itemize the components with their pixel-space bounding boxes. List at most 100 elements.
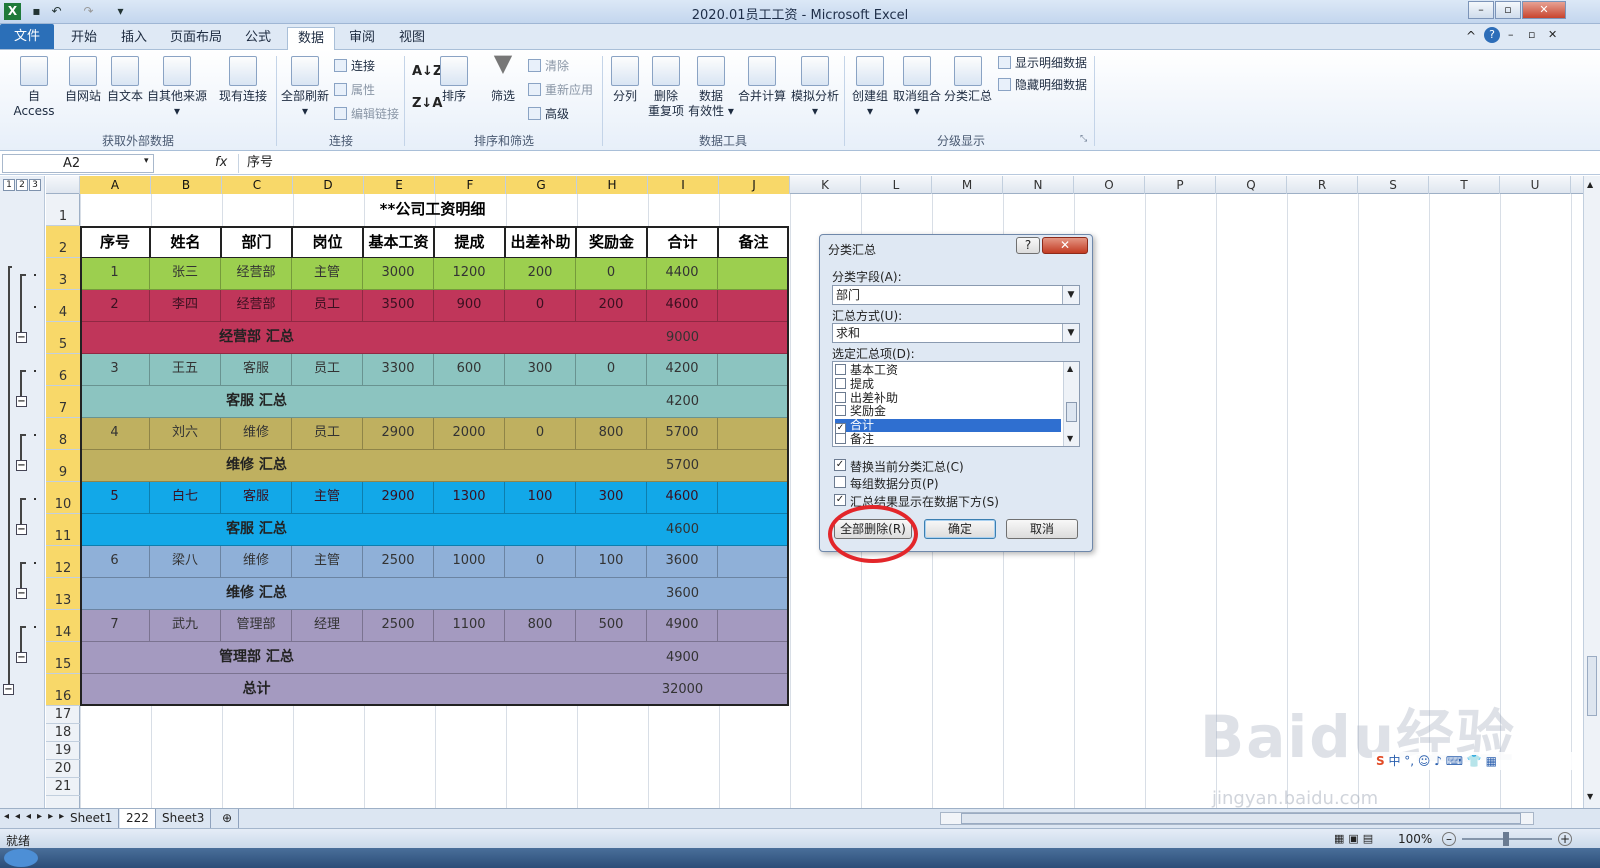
table-cell[interactable]: 6 [80,546,150,578]
summary-item-checkbox[interactable] [835,405,846,417]
close-window-button[interactable]: ✕ [1522,1,1566,19]
header-cell[interactable]: 姓名 [150,226,221,258]
cancel-button[interactable]: 取消 [1006,519,1078,539]
page-break-checkbox[interactable] [834,476,846,488]
outline-level-2-button[interactable]: 2 [16,179,28,191]
column-header-E[interactable]: E [364,176,435,194]
table-cell[interactable]: 员工 [292,418,363,450]
table-cell[interactable]: 维修 [221,546,292,578]
table-cell[interactable]: 7 [80,610,150,642]
column-header-J[interactable]: J [719,176,790,194]
what-if-analysis-button[interactable]: 模拟分析 ▾ [790,56,840,119]
tab-data[interactable]: 数据 [287,27,335,50]
table-cell[interactable]: 客服 [221,354,292,386]
table-cell[interactable]: 维修 [221,418,292,450]
table-cell[interactable]: 3300 [363,354,434,386]
table-cell[interactable]: 300 [576,482,647,514]
table-cell[interactable]: 0 [576,354,647,386]
column-header-B[interactable]: B [151,176,222,194]
scroll-up-icon[interactable]: ▲ [1587,180,1593,189]
summary-item[interactable]: 备注 [835,433,1061,446]
row-header-17[interactable]: 17 [46,706,80,724]
table-cell[interactable] [718,354,789,386]
table-cell[interactable]: 1200 [434,258,505,290]
header-cell[interactable]: 序号 [80,226,150,258]
from-web-button[interactable]: 自网站 [62,56,104,104]
table-cell[interactable]: 1300 [434,482,505,514]
table-cell[interactable]: 2500 [363,610,434,642]
filter-button[interactable]: ▼ 筛选 [484,51,522,104]
consolidate-button[interactable]: 合并计算 [736,56,788,104]
table-cell[interactable]: 白七 [150,482,221,514]
table-cell[interactable]: 800 [505,610,576,642]
row-header-15[interactable]: 15 [46,642,80,674]
table-cell[interactable]: 李四 [150,290,221,322]
subtotal-value[interactable]: 4600 [647,514,718,546]
from-access-button[interactable]: 自 Access [6,56,62,119]
column-header-U[interactable]: U [1500,176,1571,194]
summary-item-checkbox[interactable] [835,391,846,403]
column-header-I[interactable]: I [648,176,719,194]
table-cell[interactable]: 4 [80,418,150,450]
table-cell[interactable]: 1100 [434,610,505,642]
subtotal-value[interactable]: 9000 [647,322,718,354]
row-header-18[interactable]: 18 [46,724,80,742]
column-header-O[interactable]: O [1074,176,1145,194]
header-cell[interactable]: 岗位 [292,226,363,258]
table-cell[interactable] [718,258,789,290]
table-cell[interactable]: 梁八 [150,546,221,578]
reapply-button[interactable]: 重新应用 [528,82,593,98]
tab-home[interactable]: 开始 [62,27,106,50]
tab-view[interactable]: 视图 [390,27,434,50]
column-header-L[interactable]: L [861,176,932,194]
summary-item[interactable]: ✓ 合计 [835,419,1061,435]
summary-item[interactable]: 奖励金 [835,405,1061,418]
table-cell[interactable]: 刘六 [150,418,221,450]
header-cell[interactable]: 奖励金 [576,226,647,258]
dialog-help-button[interactable]: ? [1016,237,1040,254]
table-cell[interactable]: 张三 [150,258,221,290]
table-cell[interactable]: 4900 [647,610,718,642]
table-cell[interactable]: 4600 [647,290,718,322]
name-box-dropdown-icon[interactable]: ▾ [144,156,149,166]
data-validation-button[interactable]: 数据 有效性 ▾ [688,56,734,119]
help-icon[interactable]: ? [1484,27,1500,43]
column-header-A[interactable]: A [80,176,151,194]
hide-detail-button[interactable]: 隐藏明细数据 [998,77,1087,93]
zoom-slider-thumb[interactable] [1503,832,1509,846]
insert-function-icon[interactable]: fx [215,155,227,170]
table-cell[interactable] [718,418,789,450]
column-header-M[interactable]: M [932,176,1003,194]
table-cell[interactable]: 经理 [292,610,363,642]
collapse-group-icon[interactable]: − [16,588,27,599]
remove-duplicates-button[interactable]: 删除 重复项 [646,56,686,119]
header-cell[interactable]: 提成 [434,226,505,258]
column-header-C[interactable]: C [222,176,293,194]
summary-item[interactable]: 基本工资 [835,364,1061,377]
method-select[interactable]: 求和 ▼ [832,323,1080,343]
scroll-thumb[interactable] [1066,402,1077,422]
row-header-7[interactable]: 7 [46,386,80,418]
summary-below-checkbox[interactable]: ✓ [834,494,846,506]
collapse-group-icon[interactable]: − [16,652,27,663]
table-cell[interactable]: 3600 [647,546,718,578]
table-cell[interactable]: 4200 [647,354,718,386]
column-header-P[interactable]: P [1145,176,1216,194]
formula-input[interactable]: 序号 [238,154,1598,173]
show-detail-button[interactable]: 显示明细数据 [998,55,1087,71]
header-cell[interactable]: 部门 [221,226,292,258]
table-cell[interactable]: 主管 [292,258,363,290]
row-header-13[interactable]: 13 [46,578,80,610]
table-cell[interactable]: 员工 [292,290,363,322]
table-cell[interactable]: 5 [80,482,150,514]
ime-toolbar[interactable]: S 中 °, ☺ ♪ ⌨ 👕 ▦ [1372,752,1572,770]
column-header-Q[interactable]: Q [1216,176,1287,194]
sheet-tab-sheet1[interactable]: Sheet1 [64,809,120,828]
horizontal-scrollbar[interactable] [940,812,1534,825]
table-cell[interactable]: 0 [505,290,576,322]
collapse-group-icon[interactable]: − [16,332,27,343]
table-cell[interactable]: 管理部 [221,610,292,642]
table-cell[interactable]: 主管 [292,546,363,578]
table-cell[interactable] [718,290,789,322]
table-cell[interactable]: 经营部 [221,258,292,290]
